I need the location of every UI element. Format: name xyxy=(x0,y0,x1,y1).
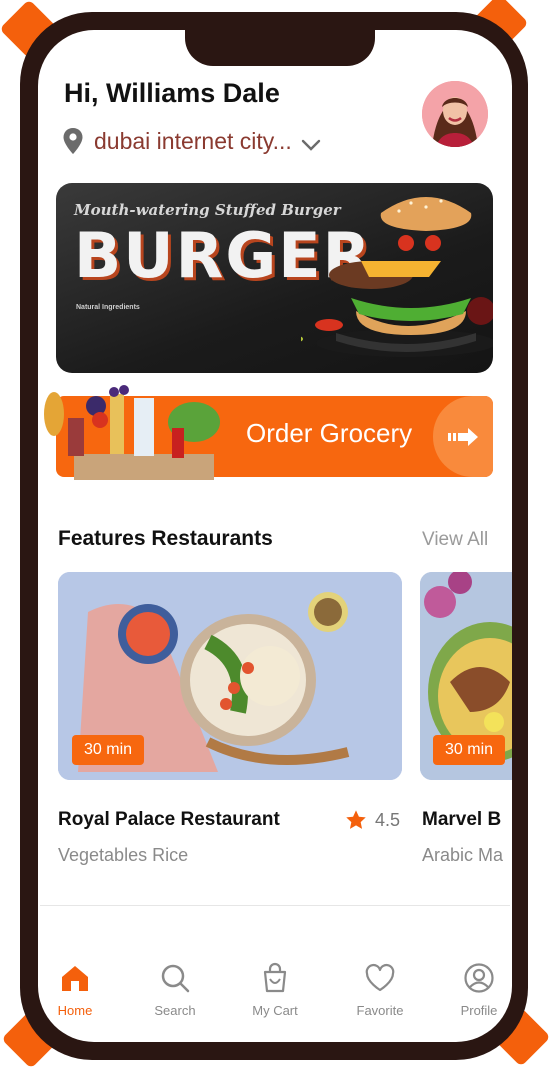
nav-my-cart-label: My Cart xyxy=(252,1003,298,1018)
restaurant-cuisine: Arabic Ma xyxy=(422,845,504,865)
rating-value: 4.5 xyxy=(375,809,401,830)
avatar-portrait xyxy=(422,81,488,147)
order-grocery-label: Order Grocery xyxy=(246,418,413,448)
nav-my-cart[interactable]: My Cart xyxy=(235,962,315,1018)
restaurant-cuisine: Vegetables Rice xyxy=(58,845,189,865)
location-text: dubai internet city... xyxy=(94,127,292,154)
phone-notch xyxy=(185,12,375,66)
restaurant-name[interactable]: Royal Palace Restaurant xyxy=(58,809,280,831)
restaurant-rating: 4.5 xyxy=(345,809,400,831)
view-all-link[interactable]: View All xyxy=(422,529,488,551)
arrow-right-button[interactable] xyxy=(433,396,493,477)
nav-search[interactable]: Search xyxy=(135,962,215,1018)
location-pin-icon xyxy=(63,128,83,154)
banner-fine-print-heading: Natural Ingredients xyxy=(76,304,140,311)
nav-favorite-label: Favorite xyxy=(356,1003,404,1018)
profile-icon xyxy=(464,963,494,993)
nav-home[interactable]: Home xyxy=(35,962,115,1018)
heart-icon xyxy=(365,963,395,992)
banner-fine-print: Natural Ingredients xyxy=(76,304,176,312)
restaurant-card-2-clip: 30 min Marvel B Arabic Ma xyxy=(420,560,512,900)
promo-banner[interactable]: Mouth-watering Stuffed Burger BURGER Nat… xyxy=(56,183,493,373)
avatar[interactable] xyxy=(422,81,488,147)
nav-home-label: Home xyxy=(57,1003,93,1018)
star-icon xyxy=(346,810,366,829)
home-icon xyxy=(62,966,88,991)
bottom-nav-divider xyxy=(40,905,510,906)
cart-icon xyxy=(263,962,287,993)
restaurant-name[interactable]: Marvel B xyxy=(422,809,501,831)
location-selector[interactable]: dubai internet city... xyxy=(62,124,322,158)
greeting: Hi, Williams Dale xyxy=(64,78,280,108)
nav-profile-label: Profile xyxy=(460,1003,498,1018)
nav-favorite[interactable]: Favorite xyxy=(340,962,420,1018)
delivery-time-badge: 30 min xyxy=(72,735,145,765)
burger-illustration xyxy=(301,197,493,357)
search-icon xyxy=(161,964,190,993)
section-title: Features Restaurants xyxy=(58,527,273,550)
arrow-right-icon xyxy=(448,427,478,446)
grocery-illustration xyxy=(44,385,220,480)
chevron-down-icon xyxy=(301,139,320,151)
nav-search-label: Search xyxy=(154,1003,196,1018)
nav-profile[interactable]: Profile xyxy=(439,962,519,1018)
delivery-time-badge: 30 min xyxy=(433,735,506,765)
